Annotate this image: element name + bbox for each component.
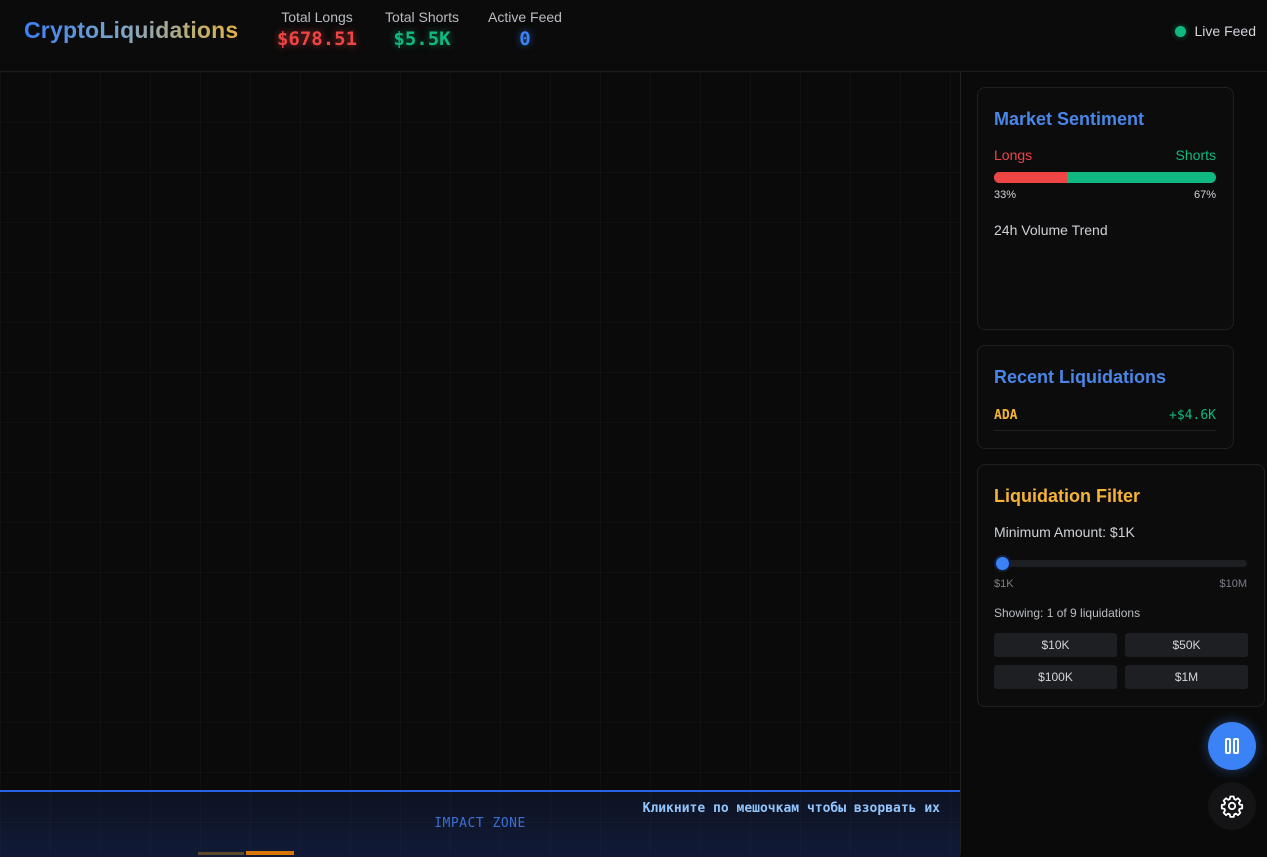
stat-label: Total Shorts <box>385 9 459 25</box>
shorts-pct: 67% <box>1193 189 1216 201</box>
stat-value: $5.5K <box>393 28 451 50</box>
stat-total-longs: Total Longs $678.51 <box>273 9 361 50</box>
click-hint: Кликните по мешочкам чтобы взорвать их <box>642 801 940 816</box>
slider-range: $1K $10M <box>994 578 1247 590</box>
liquidation-amount: +$4.6K <box>1169 408 1216 423</box>
liquidation-bag[interactable] <box>246 851 294 855</box>
list-item[interactable]: ADA +$4.6K <box>994 408 1216 431</box>
live-feed-indicator: Live Feed <box>1174 23 1256 39</box>
longs-pct: 33% <box>994 189 1017 201</box>
preset-1m-button[interactable]: $1M <box>1125 665 1248 689</box>
liquidation-symbol: ADA <box>994 408 1018 423</box>
liquidation-arena[interactable] <box>0 72 960 855</box>
stat-label: Total Longs <box>281 9 353 25</box>
stat-active-feed: Active Feed 0 <box>484 9 566 50</box>
minimum-amount-label: Minimum Amount: $1K <box>994 524 1135 540</box>
showing-count: Showing: 1 of 9 liquidations <box>994 606 1141 620</box>
shorts-label: Shorts <box>1175 147 1216 163</box>
stat-value: $678.51 <box>276 28 358 50</box>
recent-liquidations-card: Recent Liquidations ADA +$4.6K <box>977 345 1234 449</box>
top-header: CryptoLiquidations Total Longs $678.51 T… <box>0 0 1267 72</box>
sentiment-bar-longs <box>994 172 1068 183</box>
card-title: Liquidation Filter <box>994 486 1140 506</box>
stat-value: 0 <box>519 28 531 50</box>
sentiment-bar <box>994 172 1216 183</box>
range-min: $1K <box>994 578 1014 590</box>
preset-10k-button[interactable]: $10K <box>994 633 1117 657</box>
card-title: Recent Liquidations <box>994 367 1167 387</box>
gear-icon <box>1220 795 1244 818</box>
settings-button[interactable] <box>1208 782 1256 830</box>
sentiment-pcts: 33% 67% <box>994 189 1216 201</box>
range-max: $10M <box>1219 578 1247 590</box>
live-dot-icon <box>1174 25 1186 37</box>
min-amount-slider[interactable] <box>994 557 1247 570</box>
slider-handle[interactable] <box>996 557 1009 570</box>
preset-50k-button[interactable]: $50K <box>1125 633 1248 657</box>
pause-button[interactable] <box>1208 722 1256 770</box>
stat-label: Active Feed <box>488 9 562 25</box>
impact-zone: Кликните по мешочкам чтобы взорвать их I… <box>0 790 960 857</box>
stat-total-shorts: Total Shorts $5.5K <box>380 9 464 50</box>
longs-label: Longs <box>994 147 1033 163</box>
preset-100k-button[interactable]: $100K <box>994 665 1117 689</box>
pause-icon <box>1225 738 1239 754</box>
liquidation-filter-card: Liquidation Filter Minimum Amount: $1K $… <box>977 464 1265 707</box>
app-logo: CryptoLiquidations <box>24 17 239 43</box>
market-sentiment-card: Market Sentiment Longs Shorts 33% 67% 24… <box>977 87 1234 330</box>
volume-trend-title: 24h Volume Trend <box>994 222 1108 238</box>
live-feed-label: Live Feed <box>1194 23 1256 39</box>
impact-zone-label: IMPACT ZONE <box>434 816 526 831</box>
sentiment-labels: Longs Shorts <box>994 147 1216 163</box>
card-title: Market Sentiment <box>994 109 1145 129</box>
